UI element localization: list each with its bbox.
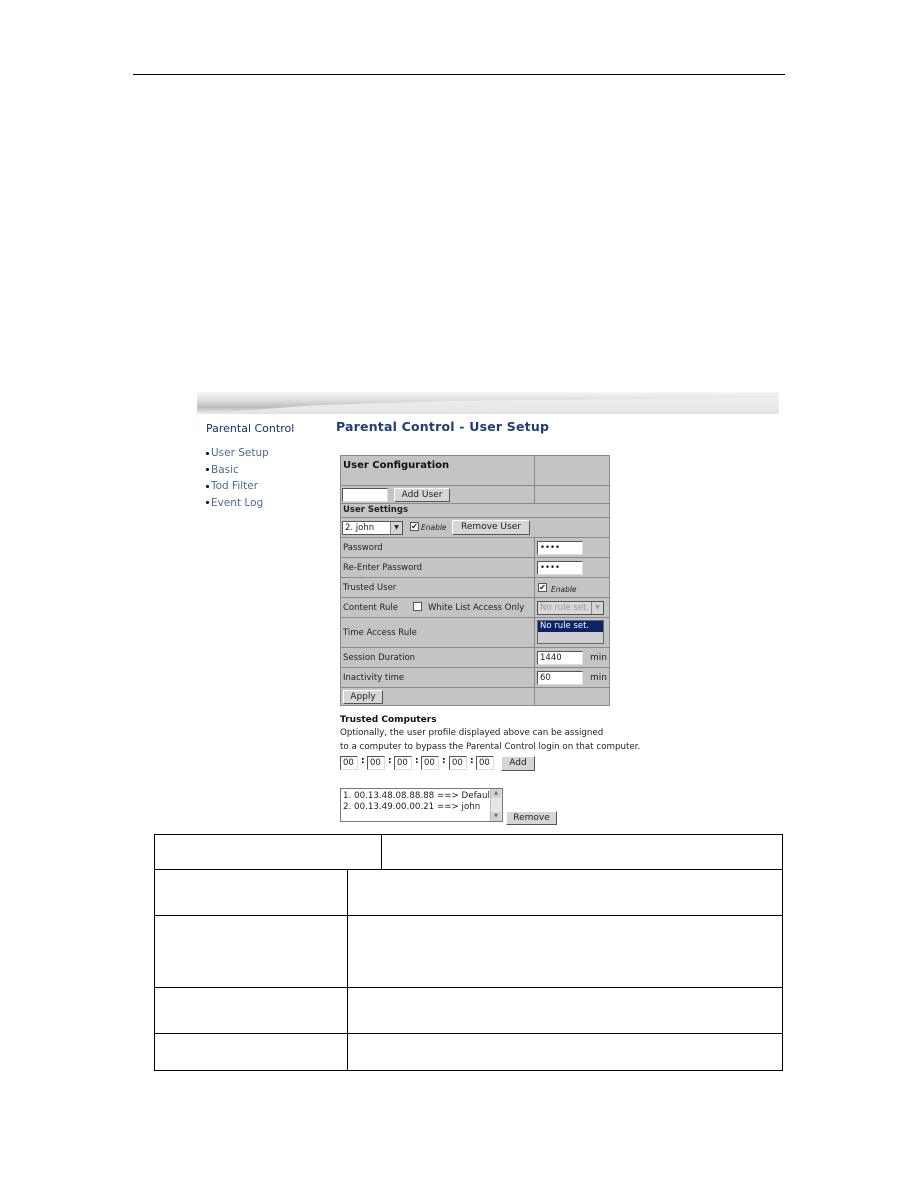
user-settings-heading-row: User Settings	[341, 503, 609, 517]
chevron-down-icon: ▼	[591, 602, 603, 614]
content-rule-label: Content Rule	[343, 603, 399, 613]
mac-octet-4-input[interactable]: 00	[421, 756, 439, 770]
bullet-icon	[206, 484, 209, 488]
scroll-down-icon[interactable]: ▼	[491, 812, 501, 821]
trusted-computers-description-1: Optionally, the user profile displayed a…	[340, 728, 604, 738]
chevron-down-icon: ▼	[390, 522, 402, 534]
content-rule-select[interactable]: No rule set. ▼	[537, 601, 604, 615]
table-cell	[154, 915, 348, 988]
scrollbar[interactable]: ▲ ▼	[490, 789, 502, 821]
mac-separator: :	[388, 756, 392, 766]
white-list-label: White List Access Only	[428, 603, 525, 613]
add-user-button[interactable]: Add User	[394, 488, 450, 502]
user-enable-checkbox[interactable]: ✔	[410, 522, 419, 531]
sidebar-item-tod-filter[interactable]: Tod Filter	[206, 478, 269, 495]
user-configuration-row: User Configuration	[341, 456, 609, 485]
trusted-computer-item[interactable]: 1. 00.13.48.08.88.88 ==> Default	[343, 791, 502, 802]
table-row	[154, 869, 783, 916]
password-row: Password ••••	[341, 537, 609, 557]
trusted-computers-list[interactable]: 1. 00.13.48.08.88.88 ==> Default 2. 00.1…	[340, 788, 503, 822]
table-cell	[154, 1033, 348, 1071]
table-header-cell	[382, 835, 782, 869]
document-table	[154, 834, 783, 1071]
time-access-rule-list[interactable]: No rule set.	[537, 620, 604, 644]
trusted-computers-heading: Trusted Computers	[340, 715, 437, 725]
bullet-icon	[206, 451, 209, 455]
inactivity-time-unit: min	[590, 673, 607, 683]
mac-separator: :	[470, 756, 474, 766]
mac-separator: :	[361, 756, 365, 766]
sidebar-nav: User Setup Basic Tod Filter Event Log	[206, 445, 269, 511]
trusted-computer-item[interactable]: 2. 00.13.49.00.00.21 ==> john	[343, 802, 502, 813]
user-settings-heading: User Settings	[343, 505, 408, 515]
inactivity-time-label: Inactivity time	[343, 673, 405, 683]
table-cell	[347, 1033, 783, 1071]
table-cell	[347, 915, 783, 988]
session-duration-unit: min	[590, 653, 607, 663]
trusted-user-label: Trusted User	[343, 583, 397, 593]
password-label: Password	[343, 543, 383, 553]
user-configuration-heading: User Configuration	[343, 460, 450, 471]
bullet-icon	[206, 501, 209, 504]
add-trusted-computer-button[interactable]: Add	[501, 756, 535, 771]
trusted-user-checkbox[interactable]: ✔	[538, 583, 547, 592]
table-row	[154, 987, 783, 1034]
table-header-cell	[155, 835, 382, 869]
table-cell	[347, 869, 783, 916]
mac-separator: :	[415, 756, 419, 766]
apply-button[interactable]: Apply	[343, 690, 383, 704]
sidebar-item-basic[interactable]: Basic	[206, 462, 269, 479]
session-duration-label: Session Duration	[343, 653, 416, 663]
mac-octet-2-input[interactable]: 00	[367, 756, 385, 770]
trusted-user-row: Trusted User ✔ Enable	[341, 577, 609, 597]
table-cell	[347, 987, 783, 1034]
user-select-row: 2. john ▼ ✔ Enable Remove User	[341, 517, 609, 537]
new-user-input[interactable]	[342, 488, 388, 502]
time-access-rule-label: Time Access Rule	[343, 628, 417, 638]
sidebar-item-event-log[interactable]: Event Log	[206, 495, 269, 512]
session-duration-input[interactable]: 1440	[537, 651, 583, 665]
session-duration-row: Session Duration 1440 min	[341, 647, 609, 667]
inactivity-time-input[interactable]: 60	[537, 671, 583, 685]
page-header-rule	[133, 74, 785, 75]
time-access-rule-row: Time Access Rule No rule set.	[341, 617, 609, 647]
reenter-password-row: Re-Enter Password ••••	[341, 557, 609, 577]
remove-user-button[interactable]: Remove User	[452, 520, 530, 535]
sidebar-title: Parental Control	[206, 422, 295, 435]
table-row	[154, 915, 783, 988]
remove-trusted-computer-button[interactable]: Remove	[506, 811, 557, 825]
table-cell	[154, 869, 348, 916]
table-header-row	[154, 834, 783, 870]
time-access-rule-option[interactable]: No rule set.	[538, 621, 603, 632]
scroll-up-icon[interactable]: ▲	[491, 789, 501, 798]
bullet-icon	[206, 468, 209, 471]
user-select[interactable]: 2. john ▼	[342, 521, 403, 535]
mac-octet-3-input[interactable]: 00	[394, 756, 412, 770]
trusted-user-enable-label: Enable	[551, 585, 577, 594]
sidebar-item-user-setup[interactable]: User Setup	[206, 445, 269, 462]
mac-octet-6-input[interactable]: 00	[476, 756, 494, 770]
inactivity-time-row: Inactivity time 60 min	[341, 667, 609, 687]
mac-octet-5-input[interactable]: 00	[449, 756, 467, 770]
add-user-row: Add User	[341, 485, 609, 503]
white-list-checkbox[interactable]	[413, 602, 422, 611]
table-row	[154, 1033, 783, 1071]
reenter-password-label: Re-Enter Password	[343, 563, 423, 573]
mac-octet-1-input[interactable]: 00	[340, 756, 358, 770]
reenter-password-input[interactable]: ••••	[537, 561, 583, 575]
user-setup-form: User Configuration Add User User Setting…	[340, 455, 610, 706]
apply-row: Apply	[341, 687, 609, 705]
trusted-computers-description-2: to a computer to bypass the Parental Con…	[340, 742, 641, 752]
router-ui-screenshot: Parental Control User Setup Basic Tod Fi…	[197, 388, 779, 828]
password-input[interactable]: ••••	[537, 541, 583, 555]
table-cell	[154, 987, 348, 1034]
mac-separator: :	[442, 756, 446, 766]
content-rule-row: Content Rule White List Access Only No r…	[341, 597, 609, 617]
page-title: Parental Control - User Setup	[336, 419, 550, 434]
user-enable-label: Enable	[421, 523, 447, 532]
